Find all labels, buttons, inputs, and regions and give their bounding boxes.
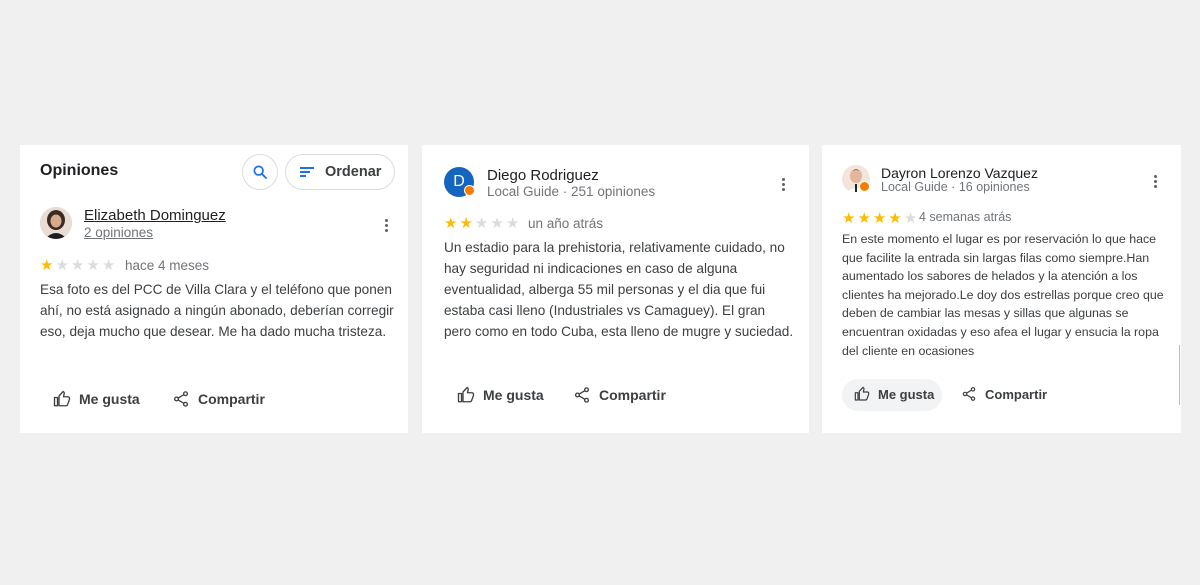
share-label: Compartir	[198, 391, 265, 407]
like-label: Me gusta	[878, 386, 935, 402]
like-button[interactable]: Me gusta	[854, 386, 934, 402]
star-empty-icon: ★	[903, 210, 918, 227]
search-reviews-button[interactable]	[242, 154, 278, 190]
star-filled-icon: ★	[872, 210, 887, 227]
sort-label: Ordenar	[325, 164, 382, 180]
thumbs-up-icon	[854, 386, 870, 401]
review-author-name[interactable]: Diego Rodriguez	[487, 167, 599, 184]
star-filled-icon: ★	[842, 210, 856, 227]
star-filled-icon: ★	[444, 215, 458, 232]
share-button[interactable]: Compartir	[573, 386, 666, 404]
rating-stars: ★ ★ ★ ★ ★	[444, 216, 519, 231]
star-empty-icon: ★	[70, 257, 85, 274]
share-button[interactable]: Compartir	[961, 386, 1047, 402]
panel-title: Opiniones	[40, 162, 119, 179]
share-icon	[962, 387, 976, 401]
star-filled-icon: ★	[459, 215, 473, 232]
star-filled-icon: ★	[888, 210, 902, 227]
share-button[interactable]: Compartir	[172, 390, 265, 408]
star-empty-icon: ★	[490, 215, 504, 232]
review-text: En este momento el lugar es por reservac…	[842, 232, 1164, 358]
review-date: 4 semanas atrás	[919, 210, 1012, 224]
scrollbar-track[interactable]	[1179, 345, 1180, 405]
share-icon	[173, 391, 189, 407]
review-author-meta[interactable]: Local Guide · 16 opiniones	[881, 180, 1030, 194]
avatar-letter: D	[453, 173, 465, 190]
user-photo-icon	[40, 207, 72, 239]
local-guide-badge-icon	[464, 185, 475, 196]
avatar[interactable]	[40, 207, 72, 239]
review-author-name[interactable]: Elizabeth Dominguez	[84, 207, 226, 224]
local-guide-badge-icon	[859, 181, 870, 192]
thumbs-up-icon	[457, 386, 475, 403]
star-empty-icon: ★	[474, 215, 489, 232]
rating-stars: ★ ★ ★ ★ ★	[40, 258, 115, 273]
search-icon	[253, 165, 267, 179]
share-label: Compartir	[599, 387, 666, 403]
more-options-icon[interactable]	[378, 216, 394, 234]
review-author-meta[interactable]: 2 opiniones	[84, 225, 153, 240]
star-empty-icon: ★	[86, 257, 100, 274]
review-date: un año atrás	[528, 216, 604, 231]
like-label: Me gusta	[79, 391, 140, 407]
review-card: D Diego Rodriguez Local Guide · 251 opin…	[422, 145, 809, 433]
review-panel: Opiniones Ordenar Elizabeth Dominguez 2 …	[20, 145, 408, 433]
star-filled-icon: ★	[40, 257, 54, 274]
like-button[interactable]: Me gusta	[457, 386, 544, 404]
rating-stars: ★ ★ ★ ★ ★	[842, 211, 917, 226]
review-text: Un estadio para la prehistoria, relativa…	[444, 240, 794, 339]
sort-lines-icon	[300, 167, 314, 177]
review-text: Esa foto es del PCC de Villa Clara y el …	[40, 282, 394, 339]
star-empty-icon: ★	[101, 257, 116, 274]
star-filled-icon: ★	[857, 210, 871, 227]
star-empty-icon: ★	[55, 257, 69, 274]
sort-button[interactable]: Ordenar	[285, 154, 395, 190]
review-author-meta[interactable]: Local Guide · 251 opiniones	[487, 184, 655, 199]
review-author-name[interactable]: Dayron Lorenzo Vazquez	[881, 165, 1038, 181]
share-icon	[574, 387, 590, 403]
thumbs-up-icon	[53, 390, 71, 407]
like-label: Me gusta	[483, 387, 544, 403]
like-button[interactable]: Me gusta	[53, 390, 140, 408]
star-empty-icon: ★	[505, 215, 520, 232]
review-date: hace 4 meses	[125, 258, 210, 273]
review-card: Dayron Lorenzo Vazquez Local Guide · 16 …	[822, 145, 1181, 433]
more-options-icon[interactable]	[1147, 172, 1163, 190]
share-label: Compartir	[985, 386, 1048, 402]
more-options-icon[interactable]	[775, 175, 791, 193]
